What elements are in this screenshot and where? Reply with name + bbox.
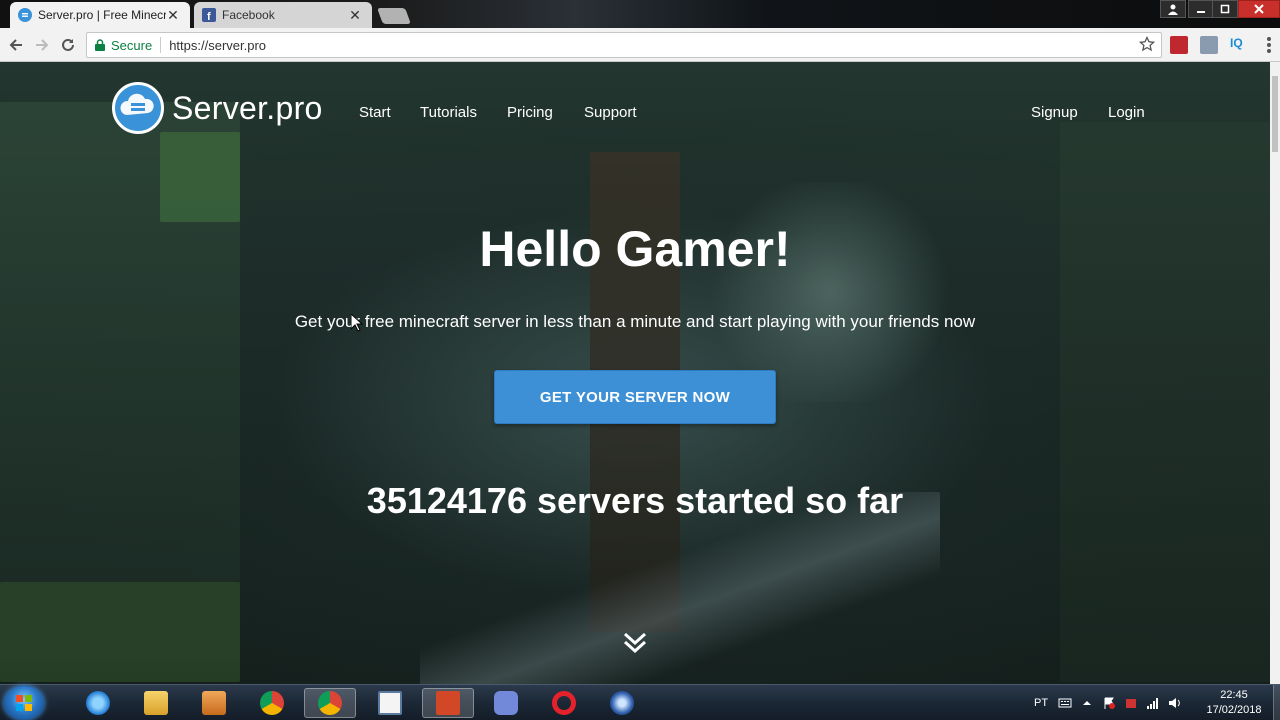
chevron-double-down-icon[interactable] <box>620 628 650 658</box>
iq-extension-icon[interactable]: IQ <box>1230 36 1250 54</box>
volume-icon[interactable] <box>1168 696 1182 710</box>
nav-tutorials[interactable]: Tutorials <box>420 104 477 121</box>
scrollbar-thumb[interactable] <box>1272 76 1278 152</box>
secure-label: Secure <box>111 37 153 53</box>
page-scrollbar[interactable] <box>1270 62 1280 684</box>
maximize-button[interactable] <box>1212 0 1238 18</box>
site-header: Server.pro Start Tutorials Pricing Suppo… <box>0 62 1270 162</box>
nav-support[interactable]: Support <box>584 104 637 121</box>
bookmark-star-icon[interactable] <box>1139 36 1155 52</box>
server-count: 35124176 servers started so far <box>366 480 904 521</box>
facebook-icon: f <box>202 8 216 22</box>
windows-taskbar: PT 22:45 17/02/2018 <box>0 684 1280 720</box>
pdf-extension-icon[interactable] <box>1170 36 1188 54</box>
divider <box>160 37 162 53</box>
mouse-cursor-icon <box>351 314 363 332</box>
hero-title: Hello Gamer! <box>479 221 791 277</box>
action-center-flag-icon[interactable] <box>1102 696 1116 710</box>
window-close-button[interactable] <box>1238 0 1280 18</box>
forward-button[interactable] <box>32 35 52 55</box>
close-icon[interactable]: ✕ <box>348 7 362 24</box>
facebook-extension-icon[interactable] <box>1200 36 1218 54</box>
page-viewport: Server.pro Start Tutorials Pricing Suppo… <box>0 62 1270 684</box>
system-clock[interactable]: 22:45 17/02/2018 <box>1196 688 1272 718</box>
opera-icon[interactable] <box>538 688 590 718</box>
language-indicator[interactable]: PT <box>1034 697 1048 709</box>
security-icon[interactable] <box>1124 696 1138 710</box>
tab-title: Facebook <box>222 8 275 22</box>
nav-pricing[interactable]: Pricing <box>507 104 553 121</box>
chrome-icon[interactable] <box>246 688 298 718</box>
show-desktop-button[interactable] <box>1273 685 1280 720</box>
site-logo[interactable]: Server.pro <box>112 82 323 134</box>
powerpoint-icon[interactable] <box>422 688 474 718</box>
blue-app-icon[interactable] <box>596 688 648 718</box>
file-explorer-icon[interactable] <box>130 688 182 718</box>
browser-toolbar: Secure https://server.pro IQ <box>0 28 1280 62</box>
keyboard-icon[interactable] <box>1058 696 1072 710</box>
clock-date: 17/02/2018 <box>1206 704 1262 716</box>
network-signal-icon[interactable] <box>1146 696 1160 710</box>
windows-start-button[interactable] <box>4 686 44 720</box>
notepad-icon[interactable] <box>364 688 416 718</box>
svg-text:f: f <box>207 11 211 22</box>
address-bar[interactable]: Secure https://server.pro <box>86 32 1162 58</box>
discord-icon[interactable] <box>480 688 532 718</box>
serverpro-cloud-icon <box>18 8 32 22</box>
internet-explorer-icon[interactable] <box>72 688 124 718</box>
nav-login[interactable]: Login <box>1108 104 1145 121</box>
browser-tab-strip: Server.pro | Free Minecra ✕ f Facebook ✕ <box>0 0 1280 28</box>
media-player-icon[interactable] <box>188 688 240 718</box>
nav-start[interactable]: Start <box>359 104 391 121</box>
background-trees-right <box>1060 122 1270 682</box>
browser-menu-icon[interactable] <box>1262 36 1276 54</box>
serverpro-cloud-icon <box>112 82 164 134</box>
hero-subtitle: Get your free minecraft server in less t… <box>294 312 976 331</box>
new-tab-button[interactable] <box>377 8 411 24</box>
logo-wordmark: Server.pro <box>172 89 323 126</box>
clock-time: 22:45 <box>1220 689 1248 701</box>
system-tray: PT <box>1034 685 1186 720</box>
reload-button[interactable] <box>58 35 78 55</box>
get-server-button[interactable]: GET YOUR SERVER NOW <box>494 370 776 424</box>
lock-icon <box>95 39 105 51</box>
url-text[interactable]: https://server.pro <box>169 38 266 53</box>
minimize-button[interactable] <box>1188 0 1214 18</box>
show-hidden-icons-chevron-icon[interactable] <box>1080 696 1094 710</box>
background-grass <box>0 582 240 682</box>
tab-serverpro[interactable]: Server.pro | Free Minecra ✕ <box>10 2 190 28</box>
chrome-icon-active[interactable] <box>304 688 356 718</box>
nav-signup[interactable]: Signup <box>1031 104 1078 121</box>
background-light <box>700 182 960 402</box>
tab-facebook[interactable]: f Facebook ✕ <box>194 2 372 28</box>
close-icon[interactable]: ✕ <box>166 7 180 24</box>
user-profile-icon[interactable] <box>1160 0 1186 18</box>
back-button[interactable] <box>6 35 26 55</box>
tab-title: Server.pro | Free Minecra <box>38 8 166 22</box>
